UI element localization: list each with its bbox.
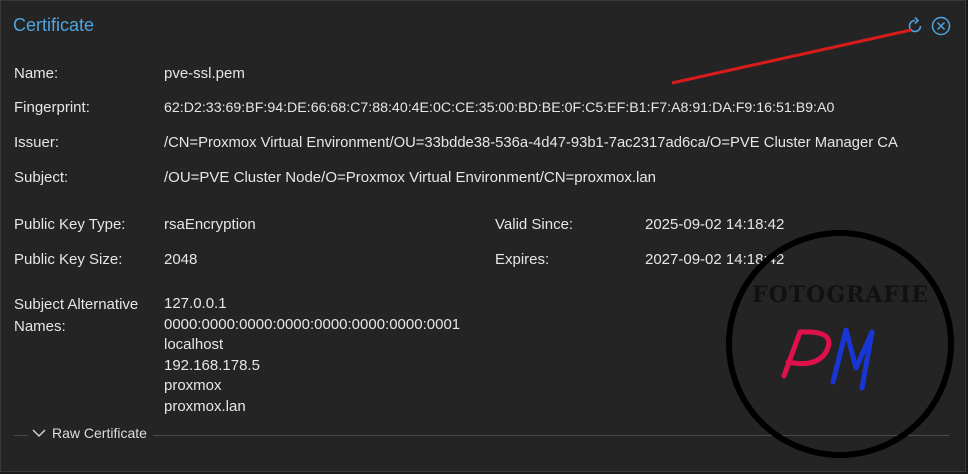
close-icon	[931, 16, 951, 36]
subject-value: /OU=PVE Cluster Node/O=Proxmox Virtual E…	[164, 169, 657, 186]
valid-since-value: 2025-09-02 14:18:42	[645, 216, 785, 233]
issuer-value: /CN=Proxmox Virtual Environment/OU=33bdd…	[164, 135, 898, 151]
san-entry: 0000:0000:0000:0000:0000:0000:0000:0001	[164, 315, 461, 333]
refresh-button[interactable]	[905, 16, 925, 36]
window-title: Certificate	[13, 15, 95, 35]
subject-label: Subject:	[14, 169, 69, 186]
san-list: 127.0.0.1 0000:0000:0000:0000:0000:0000:…	[164, 294, 460, 418]
raw-certificate-label: Raw Certificate	[52, 425, 147, 441]
chevron-down-icon	[32, 425, 52, 441]
expires-label: Expires:	[495, 251, 550, 268]
expires-value: 2027-09-02 14:18:42	[645, 251, 785, 268]
san-label: Subject Alternative Names:	[14, 296, 139, 335]
watermark-text: FOTOGRAFIE	[752, 282, 930, 308]
san-entry: proxmox.lan	[164, 397, 246, 415]
fingerprint-value: 62:D2:33:69:BF:94:DE:66:68:C7:88:40:4E:0…	[164, 100, 835, 116]
name-value: pve-ssl.pem	[164, 65, 245, 82]
san-entry: 127.0.0.1	[164, 295, 227, 312]
public-key-type-label: Public Key Type:	[14, 216, 126, 233]
window-titlebar: Certificate	[1, 1, 965, 49]
certificate-window: Certificate Name: pve-ssl.pem Fingerprin…	[0, 0, 966, 472]
san-entry: 192.168.178.5	[164, 356, 260, 374]
raw-certificate-fieldset: Raw Certificate	[14, 425, 949, 445]
valid-since-label: Valid Since:	[495, 216, 574, 233]
fieldset-divider	[14, 435, 949, 436]
name-label: Name:	[14, 65, 59, 82]
public-key-size-label: Public Key Size:	[14, 251, 123, 268]
san-entry: localhost	[164, 336, 224, 354]
public-key-type-value: rsaEncryption	[164, 216, 256, 233]
issuer-label: Issuer:	[14, 134, 60, 151]
close-button[interactable]	[931, 16, 951, 36]
san-entry: proxmox	[164, 377, 222, 395]
raw-certificate-toggle[interactable]: Raw Certificate	[28, 425, 153, 441]
fingerprint-label: Fingerprint:	[14, 99, 90, 116]
certificate-details: Name: pve-ssl.pem Fingerprint: 62:D2:33:…	[1, 51, 965, 471]
public-key-size-value: 2048	[164, 251, 198, 268]
refresh-icon	[905, 16, 925, 36]
